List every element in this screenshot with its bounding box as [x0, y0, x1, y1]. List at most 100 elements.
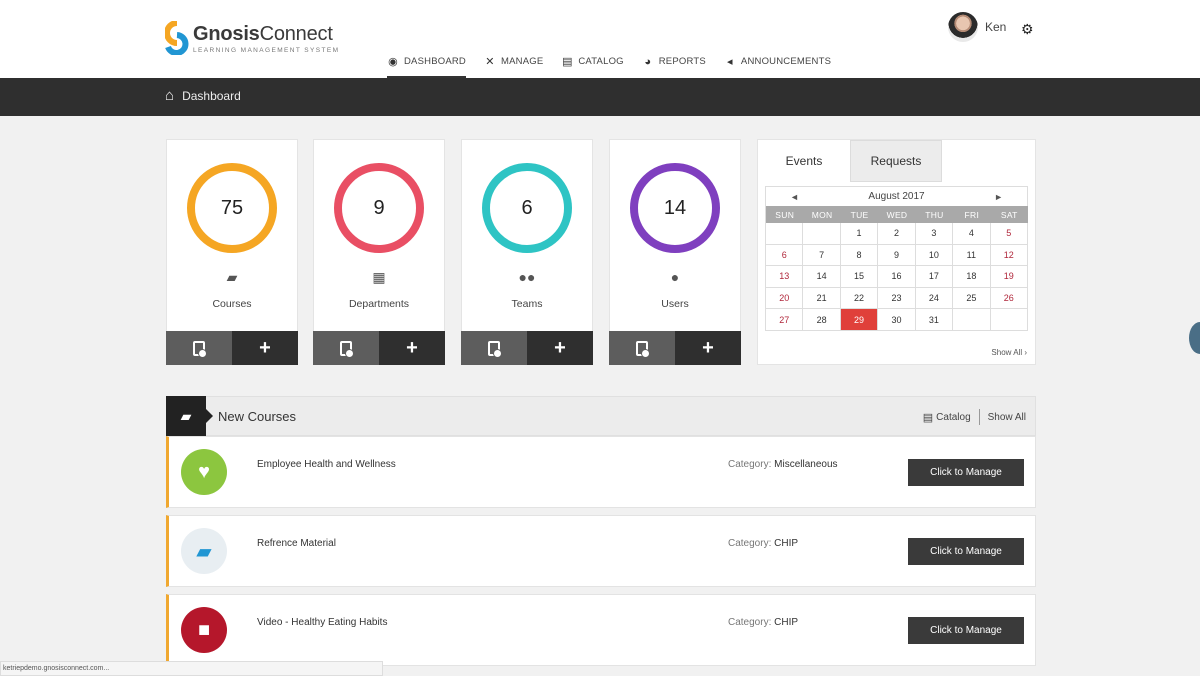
next-month-icon[interactable]: ►	[994, 192, 1003, 202]
calendar-day[interactable]: 28	[803, 309, 841, 331]
course-category: Category: Miscellaneous	[728, 459, 838, 470]
category-label: Category:	[728, 538, 772, 549]
video-camera-icon: ■	[181, 607, 227, 653]
calendar-day[interactable]: 30	[878, 309, 916, 331]
health-icon: ♥	[181, 449, 227, 495]
user-icon: ●	[670, 269, 680, 285]
gear-icon[interactable]: ⚙	[1021, 21, 1034, 38]
calendar-day[interactable]: 24	[915, 287, 954, 310]
calendar-day[interactable]: 5	[990, 223, 1028, 245]
calendar-tabs: Events Requests	[758, 140, 942, 182]
calendar-day[interactable]: 6	[766, 244, 804, 267]
calendar-day[interactable]: 21	[803, 287, 841, 310]
course-row: ♥ Employee Health and Wellness Category:…	[166, 436, 1036, 508]
new-courses-header: ▰ New Courses ▤ Catalog Show All	[166, 396, 1036, 436]
calendar-day[interactable]: 18	[953, 266, 991, 288]
browser-status-url: ketriepdemo.gnosisconnect.com...	[0, 661, 383, 676]
stat-ring: 75	[187, 163, 277, 253]
catalog-icon: ▤	[562, 56, 573, 68]
stat-ring: 6	[482, 163, 572, 253]
calendar-day[interactable]: 29	[840, 309, 879, 331]
calendar-day[interactable]: 31	[915, 309, 954, 331]
nav-item-announcements[interactable]: ◂ ANNOUNCEMENTS	[724, 50, 831, 78]
calendar-day[interactable]: 25	[953, 287, 991, 310]
calendar-day[interactable]: 15	[840, 266, 879, 288]
nav-label: REPORTS	[658, 56, 706, 67]
add-button[interactable]: +	[232, 331, 298, 365]
brand-name-rest: Connect	[259, 22, 333, 45]
click-to-manage-button[interactable]: Click to Manage	[908, 538, 1024, 565]
nav-item-manage[interactable]: ✕ MANAGE	[484, 50, 543, 78]
nav-item-dashboard[interactable]: ◉ DASHBOARD	[387, 50, 466, 78]
report-button[interactable]	[313, 331, 379, 365]
avatar[interactable]	[948, 12, 978, 42]
nav-label: DASHBOARD	[404, 56, 466, 67]
calendar-day[interactable]: 2	[878, 223, 916, 245]
add-button[interactable]: +	[527, 331, 593, 365]
grid-icon: ▦	[372, 269, 386, 285]
user-menu[interactable]: Ken	[948, 12, 1006, 42]
stat-card-teams: 6 ●● Teams +	[461, 139, 593, 365]
calendar-day[interactable]: 8	[840, 244, 879, 267]
side-panel-handle[interactable]	[1189, 322, 1200, 354]
course-name: Employee Health and Wellness	[257, 459, 396, 470]
calendar-empty-cell	[803, 223, 841, 245]
report-button[interactable]	[609, 331, 675, 365]
nav-item-catalog[interactable]: ▤ CATALOG	[561, 50, 623, 78]
report-button[interactable]	[166, 331, 232, 365]
plus-icon: +	[406, 336, 418, 359]
course-row: ▰ Refrence Material Category: CHIP Click…	[166, 515, 1036, 587]
calendar-weekday: MON	[803, 206, 841, 223]
calendar-day[interactable]: 22	[840, 287, 879, 310]
click-to-manage-button[interactable]: Click to Manage	[908, 459, 1024, 486]
calendar-day[interactable]: 12	[990, 244, 1028, 267]
calendar-day[interactable]: 9	[878, 244, 916, 267]
book-icon: ▰	[226, 269, 238, 285]
calendar-day[interactable]: 26	[990, 287, 1028, 310]
calendar-day[interactable]: 14	[803, 266, 841, 288]
brand-logo[interactable]: GnosisConnect LEARNING MANAGEMENT SYSTEM	[165, 18, 339, 58]
category-label: Category:	[728, 617, 772, 628]
calendar-day[interactable]: 17	[915, 266, 954, 288]
breadcrumb-bar: ⌂ Dashboard	[0, 78, 1200, 116]
tools-icon: ✕	[485, 56, 495, 68]
calendar-day[interactable]: 27	[766, 309, 804, 331]
nav-label: MANAGE	[500, 56, 544, 67]
stat-card-users: 14 ● Users +	[609, 139, 741, 365]
calendar-day[interactable]: 16	[878, 266, 916, 288]
calendar-day[interactable]: 3	[915, 223, 954, 245]
nav-item-reports[interactable]: ◕ REPORTS	[642, 50, 706, 78]
calendar-day[interactable]: 23	[878, 287, 916, 310]
megaphone-icon: ◂	[727, 56, 733, 68]
stat-ring: 14	[630, 163, 720, 253]
calendar-day[interactable]: 11	[953, 244, 991, 267]
breadcrumb: ⌂ Dashboard	[165, 88, 241, 103]
course-category: Category: CHIP	[728, 538, 798, 549]
prev-month-icon[interactable]: ◄	[790, 192, 799, 202]
add-button[interactable]: +	[379, 331, 445, 365]
calendar-day[interactable]: 10	[915, 244, 954, 267]
calendar-weekday: SUN	[766, 206, 804, 223]
calendar-day[interactable]: 13	[766, 266, 804, 288]
course-name: Refrence Material	[257, 538, 336, 549]
calendar-show-all-link[interactable]: Show All ›	[991, 348, 1027, 357]
calendar-weekday: FRI	[953, 206, 991, 223]
calendar-day[interactable]: 20	[766, 287, 804, 310]
plus-icon: +	[554, 336, 566, 359]
report-button[interactable]	[461, 331, 527, 365]
calendar-day[interactable]: 1	[840, 223, 879, 245]
nav-label: CATALOG	[578, 56, 624, 67]
calendar: ◄ August 2017 ► SUN MON TUE WED THU FRI SAT 1 2 3…	[765, 186, 1028, 331]
catalog-link[interactable]: Catalog	[936, 412, 970, 423]
add-button[interactable]: +	[675, 331, 741, 365]
calendar-day[interactable]: 4	[953, 223, 991, 245]
report-doc-icon	[488, 340, 502, 358]
click-to-manage-button[interactable]: Click to Manage	[908, 617, 1024, 644]
tab-requests[interactable]: Requests	[850, 140, 942, 182]
new-courses-links: ▤ Catalog Show All	[923, 409, 1026, 425]
home-icon[interactable]: ⌂	[165, 88, 174, 103]
show-all-link[interactable]: Show All	[988, 412, 1026, 423]
tab-events[interactable]: Events	[758, 140, 850, 182]
calendar-day[interactable]: 19	[990, 266, 1028, 288]
calendar-day[interactable]: 7	[803, 244, 841, 267]
